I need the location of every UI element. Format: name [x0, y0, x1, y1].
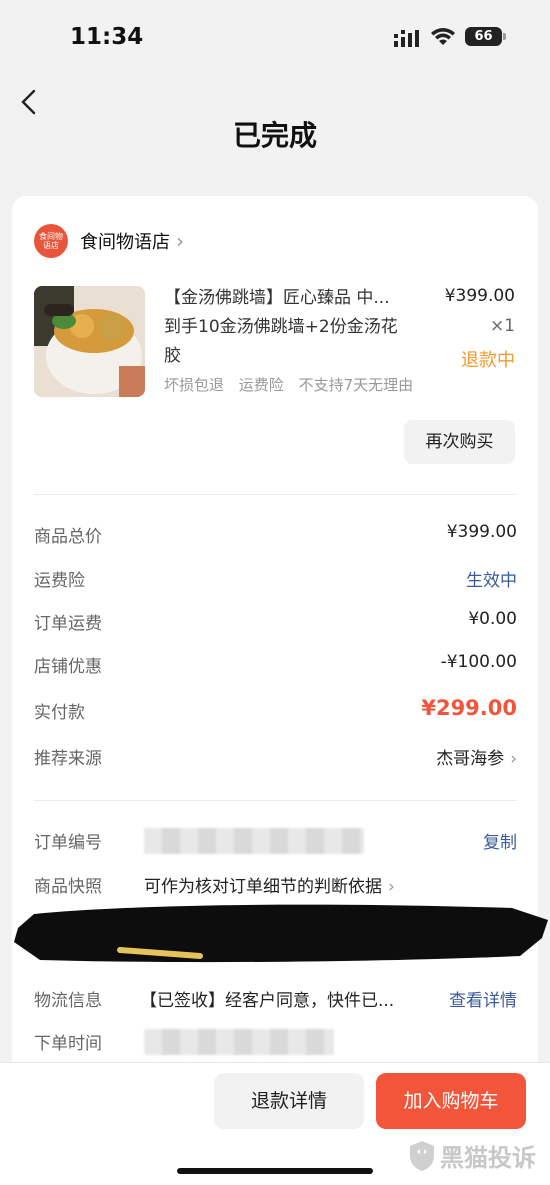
summary-row-shop-discount: 店铺优惠 -¥100.00 — [34, 652, 517, 677]
battery-indicator: 66 — [465, 27, 506, 46]
watermark-logo: 黑猫投诉 — [408, 1138, 536, 1173]
product-tags: 坏损包退 运费险 不支持7天无理由 — [164, 374, 423, 395]
status-bar: 11:34 66 — [0, 0, 550, 72]
logistics-detail-link[interactable]: 查看详情 — [449, 986, 517, 1011]
order-number-redacted — [144, 828, 364, 854]
copy-button[interactable]: 复制 — [483, 828, 517, 853]
summary-row-total: 商品总价 ¥399.00 — [34, 522, 517, 547]
rebuy-button[interactable]: 再次购买 — [404, 420, 515, 464]
add-to-cart-button[interactable]: 加入购物车 — [376, 1073, 526, 1129]
order-time-row: 下单时间 — [34, 1029, 517, 1055]
redaction-scribble — [14, 904, 548, 963]
status-time: 11:34 — [70, 24, 144, 50]
order-time-redacted — [144, 1029, 334, 1055]
product-image[interactable] — [34, 286, 145, 397]
summary-row-referral[interactable]: 推荐来源 杰哥海参 › — [34, 744, 517, 770]
cat-shield-icon — [410, 1140, 434, 1171]
shop-link[interactable]: 食间物语店 食间物语店 › — [34, 224, 184, 258]
summary-row-shipping-insurance[interactable]: 运费险 生效中 — [34, 566, 517, 592]
tag-item: 运费险 — [238, 376, 284, 394]
page-title: 已完成 — [232, 119, 317, 152]
tag-item: 不支持7天无理由 — [298, 376, 414, 394]
chevron-right-icon: › — [388, 877, 395, 897]
shop-name: 食间物语店 — [80, 232, 170, 253]
product-quantity: ×1 — [489, 316, 515, 336]
product-title[interactable]: 【金汤佛跳墙】匠心臻品 中... 到手10金汤佛跳墙+2份金汤花 胶 — [164, 284, 432, 371]
divider — [34, 800, 517, 801]
summary-row-paid: 实付款 ¥299.00 — [34, 696, 517, 723]
tag-item: 坏损包退 — [164, 376, 225, 394]
summary-row-shipping-fee: 订单运费 ¥0.00 — [34, 609, 517, 634]
logistics-row[interactable]: 物流信息 【已签收】经客户同意，快件已... 查看详情 — [34, 986, 517, 1012]
wifi-icon — [431, 28, 455, 45]
shop-logo: 食间物语店 — [34, 224, 68, 258]
order-number-row: 订单编号 复制 — [34, 828, 517, 854]
home-indicator[interactable] — [177, 1168, 373, 1174]
refund-status: 退款中 — [461, 350, 515, 371]
chevron-right-icon: › — [510, 749, 517, 769]
product-price: ¥399.00 — [444, 286, 515, 306]
refund-detail-button[interactable]: 退款详情 — [214, 1073, 364, 1129]
chevron-right-icon: › — [176, 229, 184, 253]
signal-icon — [394, 30, 419, 47]
snapshot-row[interactable]: 商品快照 可作为核对订单细节的判断依据 › — [34, 872, 517, 898]
divider — [34, 494, 517, 495]
